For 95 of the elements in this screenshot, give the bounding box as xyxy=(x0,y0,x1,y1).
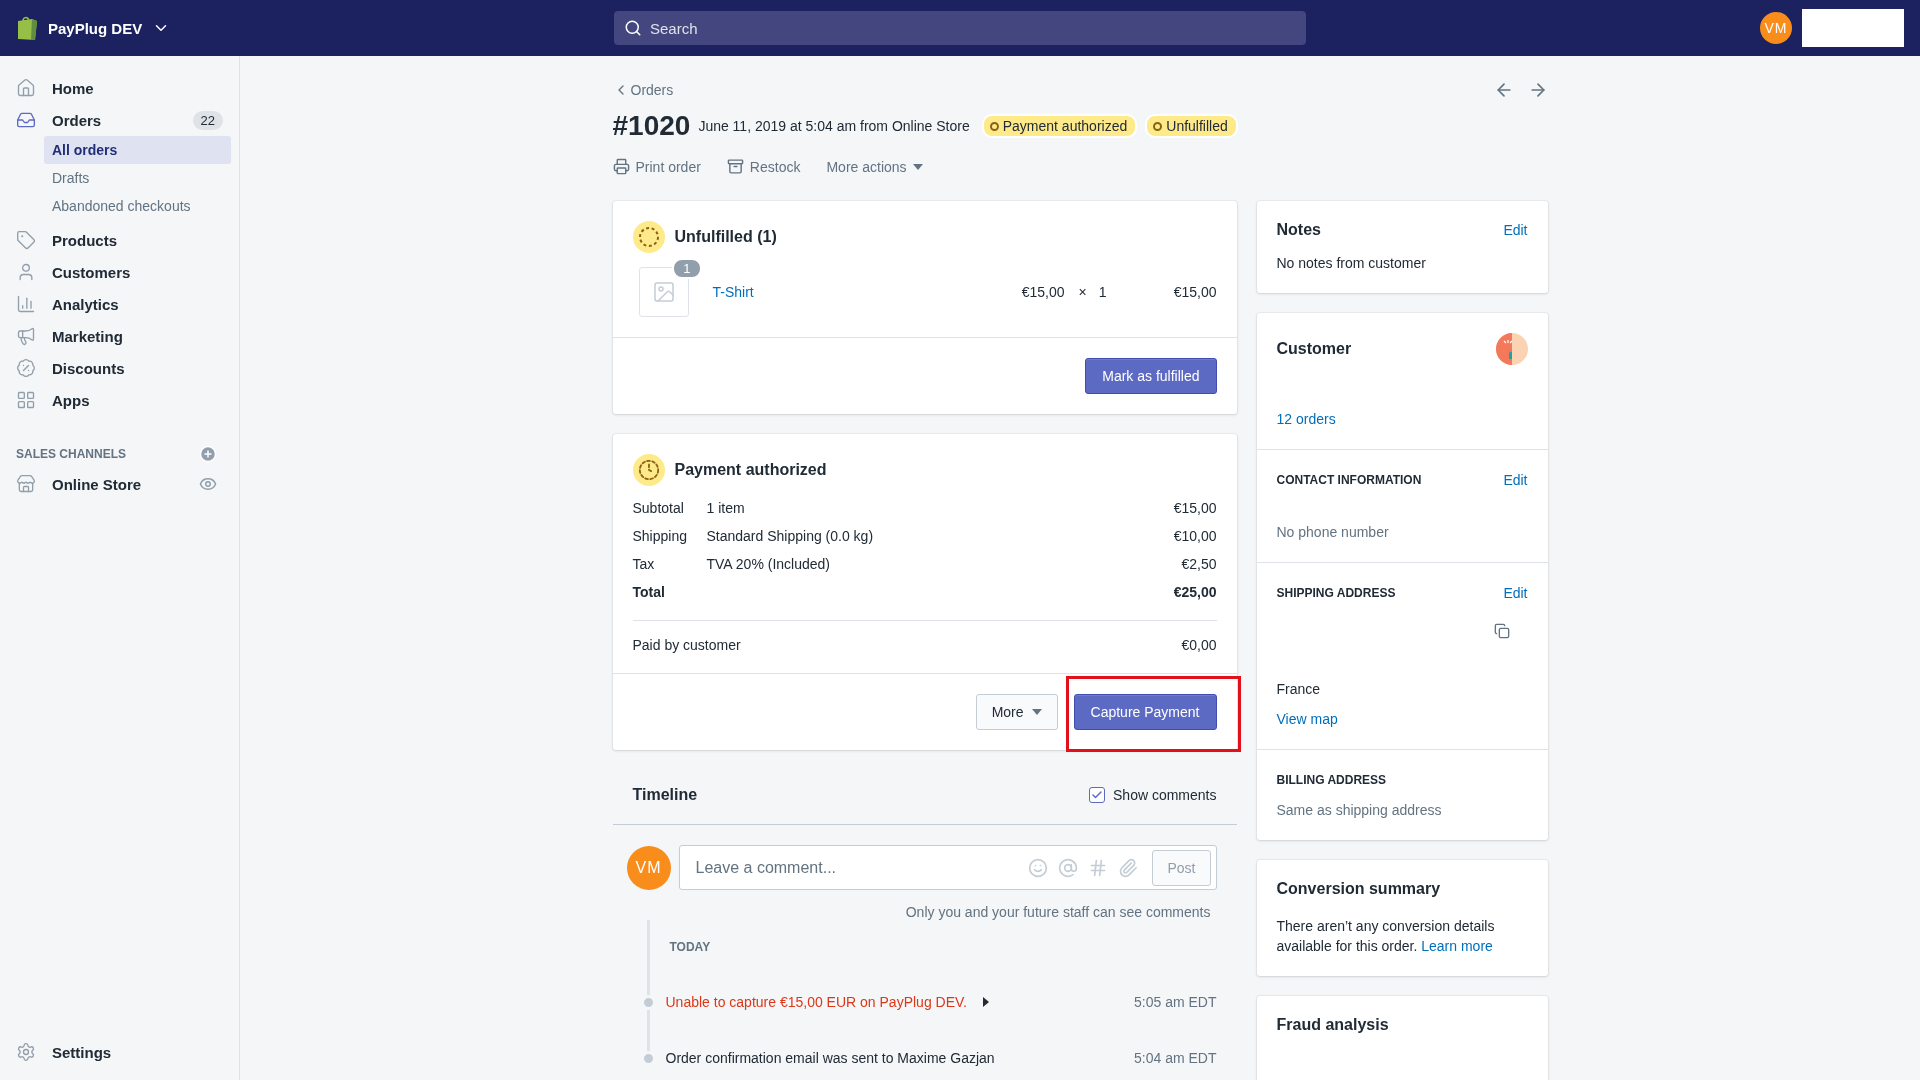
sidebar-item[interactable]: Marketing xyxy=(8,320,231,352)
edit-link[interactable]: Edit xyxy=(1503,222,1528,238)
breadcrumb-link[interactable]: Orders xyxy=(612,82,674,98)
event-time: 5:04 am EDT xyxy=(1134,1050,1217,1066)
sidebar-item[interactable]: Customers xyxy=(8,256,231,288)
section-heading: SHIPPING ADDRESS xyxy=(1276,586,1396,600)
capture-payment-button[interactable]: Capture Payment xyxy=(1073,694,1217,730)
count-badge: 22 xyxy=(192,110,223,130)
event-time: 5:05 am EDT xyxy=(1134,994,1217,1010)
search-icon xyxy=(624,19,642,37)
notes-text: No notes from customer xyxy=(1276,254,1427,273)
search-field[interactable]: Search xyxy=(614,11,1306,45)
status-icon xyxy=(632,221,665,253)
orders-link[interactable]: 12 orders xyxy=(1276,411,1336,427)
summary-detail: Standard Shipping (0.0 kg) xyxy=(706,528,875,544)
unit-price: €15,00 xyxy=(1021,284,1065,300)
card-title: Unfulfilled (1) xyxy=(674,228,777,246)
times-sign: × xyxy=(1078,284,1087,300)
card-title: Payment authorized xyxy=(674,461,827,479)
status-badge: Payment authorized xyxy=(981,114,1138,138)
image-icon xyxy=(651,280,676,304)
summary-amount: €2,50 xyxy=(1180,556,1217,572)
sidebar-item[interactable]: Home xyxy=(8,72,231,104)
action-button[interactable]: More actions xyxy=(826,158,923,175)
timeline-event: Order confirmation email was sent to Maxime Gazjan xyxy=(665,1050,995,1066)
order-number: #1020 xyxy=(612,110,691,142)
printer-icon xyxy=(612,158,630,175)
store-name[interactable]: PayPlug DEV xyxy=(48,19,143,37)
sidebar-subitem[interactable]: All orders xyxy=(44,136,231,164)
summary-detail: 1 item xyxy=(706,500,746,516)
user-avatar: VM xyxy=(626,845,671,890)
summary-amount: €15,00 xyxy=(1173,500,1217,516)
card-title: Conversion summary xyxy=(1276,880,1442,898)
settings-icon xyxy=(16,1042,36,1062)
summary-amount: €10,00 xyxy=(1173,528,1217,544)
map-link[interactable]: View map xyxy=(1276,711,1338,727)
summary-label: Total xyxy=(632,584,666,600)
caret-icon xyxy=(912,163,923,170)
edit-link[interactable]: Edit xyxy=(1503,472,1528,488)
section-heading: BILLING ADDRESS xyxy=(1276,773,1387,787)
day-heading: TODAY xyxy=(669,940,712,954)
address-text: France xyxy=(1276,680,1322,699)
sidebar-subitem[interactable]: Abandoned checkouts xyxy=(44,192,231,220)
paid-amount: €0,00 xyxy=(1181,637,1217,653)
shopping-bag-logo xyxy=(16,15,38,41)
checkbox[interactable] xyxy=(1089,787,1105,803)
sidebar-item[interactable]: Apps xyxy=(8,384,231,416)
paid-label: Paid by customer xyxy=(632,637,741,653)
sidebar-subitem[interactable]: Drafts xyxy=(44,164,231,192)
store-icon xyxy=(16,474,36,494)
clock-icon xyxy=(632,454,665,486)
info-text: Same as shipping address xyxy=(1276,801,1443,820)
line-total: €15,00 xyxy=(1172,284,1217,300)
edit-link[interactable]: Edit xyxy=(1503,585,1528,601)
timeline-event[interactable]: Unable to capture €15,00 EUR on PayPlug DEV. xyxy=(665,994,967,1010)
sidebar-item[interactable]: Online Store xyxy=(8,468,231,500)
card-title: Customer xyxy=(1276,340,1352,358)
sidebar-item[interactable]: Analytics xyxy=(8,288,231,320)
box-icon xyxy=(726,158,744,175)
expand-caret-icon[interactable] xyxy=(982,997,989,1007)
customer-avatar xyxy=(1495,333,1528,365)
summary-amount: €25,00 xyxy=(1173,584,1217,600)
caret-icon xyxy=(1031,709,1042,715)
summary-detail: TVA 20% (Included) xyxy=(706,556,831,572)
status-badge: Unfulfilled xyxy=(1145,114,1238,138)
more-button[interactable]: More xyxy=(975,694,1058,730)
copy-icon[interactable] xyxy=(1493,623,1510,639)
add-icon[interactable] xyxy=(199,445,217,463)
sidebar-item[interactable]: Settings xyxy=(8,1036,231,1068)
action-button[interactable]: Print order xyxy=(612,158,701,175)
order-meta: June 11, 2019 at 5:04 am from Online Store xyxy=(698,118,970,134)
action-button[interactable]: Restock xyxy=(726,158,801,175)
card-title: Notes xyxy=(1276,221,1321,239)
learn-more-link[interactable]: Learn more xyxy=(1421,938,1493,954)
checkmark-icon xyxy=(1091,789,1103,801)
sidebar-item[interactable]: Discounts xyxy=(8,352,231,384)
quantity: 1 xyxy=(1098,284,1107,300)
card-title: Fraud analysis xyxy=(1276,1016,1390,1034)
summary-label: Subtotal xyxy=(632,500,685,516)
paperclip-icon[interactable] xyxy=(1118,857,1139,878)
mark-fulfilled-button[interactable]: Mark as fulfilled xyxy=(1085,358,1217,394)
summary-label: Tax xyxy=(632,556,656,572)
section-heading: SALES CHANNELS xyxy=(16,447,126,461)
summary-label: Shipping xyxy=(632,528,688,544)
product-link[interactable]: T-Shirt xyxy=(712,284,754,300)
comment-hint: Only you and your future staff can see comments xyxy=(904,904,1211,920)
conversion-text: There aren’t any conversion details available for this order. Learn more xyxy=(1276,917,1496,956)
checkbox-label: Show comments xyxy=(1113,787,1217,803)
sidebar-item[interactable]: Orders 22 xyxy=(8,104,231,136)
info-text: No phone number xyxy=(1276,523,1390,542)
quantity-badge: 1 xyxy=(672,258,702,279)
timeline-title: Timeline xyxy=(632,786,698,804)
section-heading: CONTACT INFORMATION xyxy=(1276,473,1422,487)
sidebar-item[interactable]: Products xyxy=(8,224,231,256)
eye-icon[interactable] xyxy=(199,475,217,493)
